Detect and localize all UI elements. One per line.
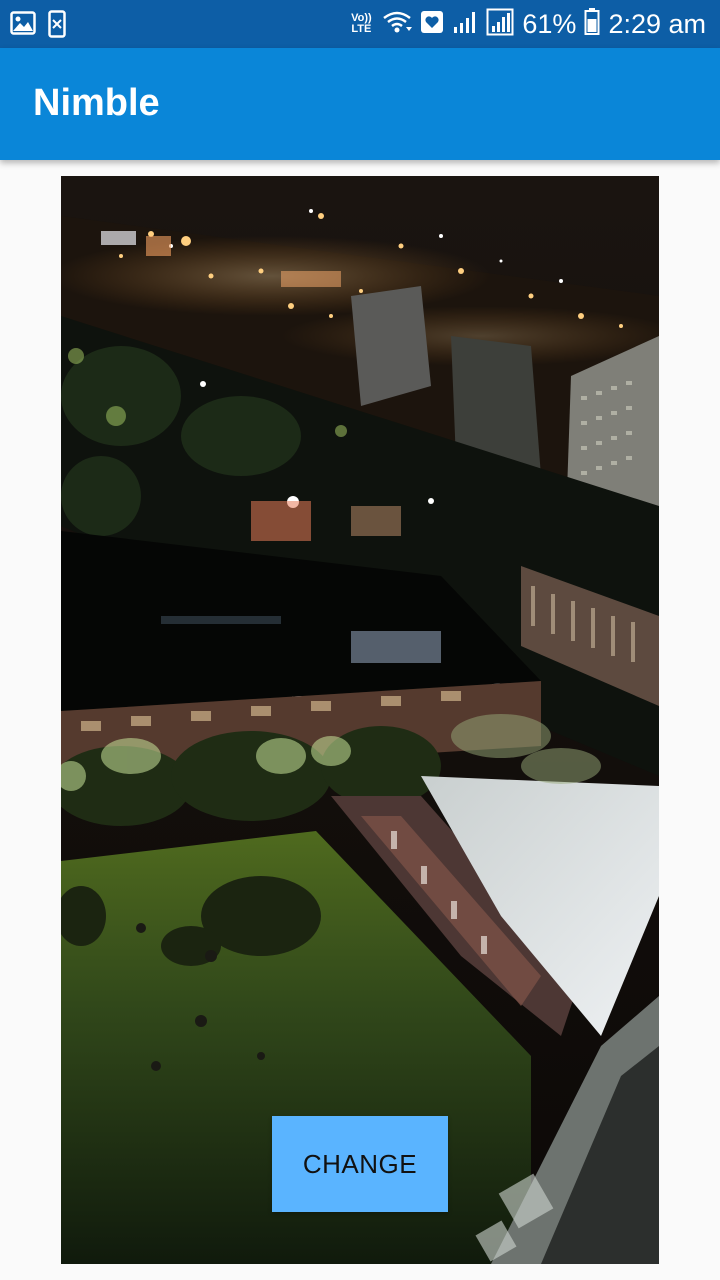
selected-photo [61, 176, 659, 1264]
wifi-icon [382, 9, 413, 40]
battery-percent: 61% [522, 9, 577, 39]
phone-download-icon [48, 10, 66, 43]
change-photo-button[interactable]: CHANGE [272, 1116, 448, 1212]
signal-icon-sim2 [486, 8, 514, 41]
system-indicators: Vo)) LTE 61% 2:29 am [348, 6, 706, 42]
battery-icon [584, 7, 600, 41]
status-bar: Vo)) LTE 61% 2:29 am [0, 0, 720, 48]
notification-icons [10, 10, 66, 43]
heart-badge-icon [420, 10, 444, 39]
volte-indicator: Vo)) LTE [348, 13, 374, 35]
image-icon [10, 10, 36, 43]
app-bar: Nimble [0, 48, 720, 160]
clock: 2:29 am [608, 9, 706, 39]
lte-label: LTE [351, 23, 372, 35]
signal-icon-sim1 [452, 9, 478, 40]
night-city-photo [61, 176, 659, 1264]
app-title: Nimble [33, 82, 160, 124]
